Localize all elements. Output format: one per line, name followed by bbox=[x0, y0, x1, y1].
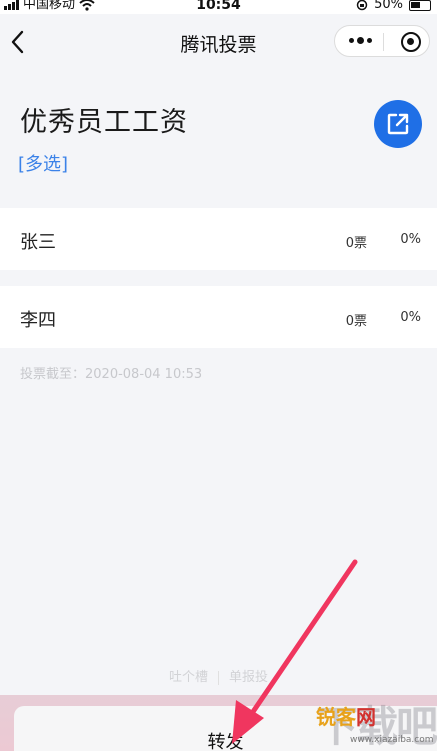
vote-option-2[interactable]: 李四 0票 0% bbox=[0, 286, 437, 348]
watermark-url: www.xiazaiba.com bbox=[350, 735, 434, 745]
footer-links: 吐个槽 单报投 bbox=[0, 666, 437, 685]
watermark: 下载吧 锐客网 www.xiazaiba.com bbox=[314, 693, 437, 751]
report-link[interactable]: 单报投 bbox=[219, 670, 278, 685]
target-close-icon[interactable] bbox=[401, 32, 421, 52]
option-percent: 0% bbox=[400, 310, 421, 325]
option-name: 李四 bbox=[20, 310, 56, 331]
option-votes: 0票 bbox=[345, 314, 367, 329]
watermark-brand-part1: 锐客 bbox=[316, 705, 356, 729]
vote-deadline: 投票截至：2020-08-04 10:53 bbox=[20, 367, 203, 382]
share-external-icon bbox=[387, 113, 409, 135]
watermark-brand-part2: 网 bbox=[356, 705, 376, 729]
option-name: 张三 bbox=[20, 232, 56, 253]
vote-title: 优秀员工工资 bbox=[20, 107, 188, 138]
share-button[interactable] bbox=[374, 100, 422, 148]
vote-option-1[interactable]: 张三 0票 0% bbox=[0, 208, 437, 270]
more-dots-icon[interactable] bbox=[349, 37, 372, 44]
status-bar: 中国移动 10:54 50% bbox=[0, 0, 437, 14]
battery-percent: 50% bbox=[374, 0, 403, 12]
option-votes: 0票 bbox=[345, 236, 367, 251]
feedback-link[interactable]: 吐个槽 bbox=[159, 670, 218, 685]
status-right: 50% bbox=[356, 0, 431, 12]
nav-bar: 腾讯投票 bbox=[0, 14, 437, 70]
orientation-lock-icon bbox=[356, 0, 368, 11]
battery-icon bbox=[409, 0, 431, 11]
vote-type-label: [多选] bbox=[18, 154, 69, 175]
capsule-divider bbox=[383, 33, 384, 51]
watermark-brand: 锐客网 bbox=[316, 701, 376, 730]
mini-program-capsule bbox=[334, 25, 430, 57]
option-percent: 0% bbox=[400, 232, 421, 247]
